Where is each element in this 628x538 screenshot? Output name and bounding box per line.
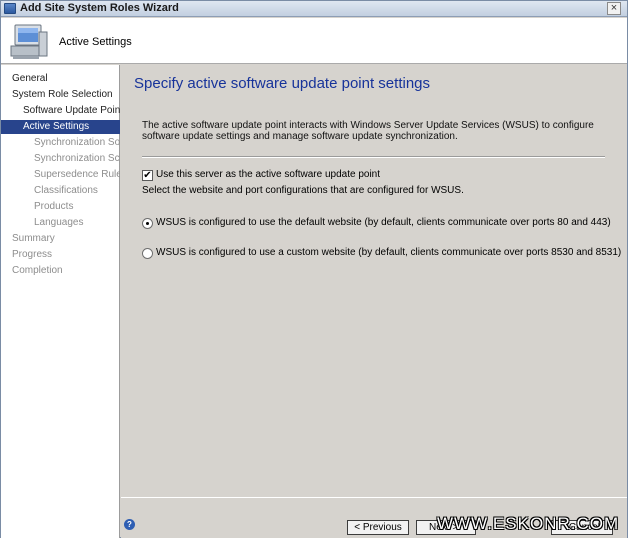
sidebar-item-synchronization-schedule[interactable]: Synchronization Schedule (1, 152, 120, 166)
wizard-window: Add Site System Roles Wizard × Active Se… (0, 0, 628, 538)
default-website-radio[interactable] (142, 218, 153, 229)
wizard-app-icon (4, 3, 16, 14)
sidebar-item-synchronization-source[interactable]: Synchronization Source (1, 136, 120, 150)
help-icon[interactable]: ? (124, 519, 135, 530)
title-bar[interactable]: Add Site System Roles Wizard × (1, 1, 627, 17)
sidebar-item-languages[interactable]: Languages (1, 216, 120, 230)
wizard-steps-sidebar: General System Role Selection Software U… (1, 65, 120, 538)
computer-icon (10, 24, 48, 59)
wizard-header: Active Settings (1, 18, 627, 64)
sidebar-item-active-settings[interactable]: Active Settings (1, 120, 120, 134)
active-sup-checkbox-label[interactable]: Use this server as the active software u… (156, 169, 380, 180)
divider (142, 156, 605, 158)
website-port-info: Select the website and port configuratio… (142, 185, 464, 196)
custom-website-radio-label[interactable]: WSUS is configured to use a custom websi… (156, 247, 621, 258)
page-description: The active software update point interac… (142, 120, 594, 142)
step-title: Active Settings (59, 36, 132, 48)
window-title: Add Site System Roles Wizard (20, 2, 179, 14)
sidebar-item-system-role-selection[interactable]: System Role Selection (1, 88, 120, 102)
sidebar-item-supersedence-rules[interactable]: Supersedence Rules (1, 168, 120, 182)
custom-website-radio[interactable] (142, 248, 153, 259)
sidebar-item-software-update-point[interactable]: Software Update Point (1, 104, 120, 118)
main-content: Specify active software update point set… (121, 65, 627, 497)
active-sup-checkbox[interactable]: ✔ (142, 170, 153, 181)
page-title: Specify active software update point set… (134, 75, 431, 92)
default-website-radio-label[interactable]: WSUS is configured to use the default we… (156, 217, 611, 228)
sidebar-item-completion[interactable]: Completion (1, 264, 120, 278)
radio-selected-dot (146, 222, 149, 225)
sidebar-item-classifications[interactable]: Classifications (1, 184, 120, 198)
sidebar-item-general[interactable]: General (1, 72, 120, 86)
previous-button[interactable]: < Previous (347, 520, 409, 535)
close-button[interactable]: × (607, 2, 621, 15)
sidebar-item-products[interactable]: Products (1, 200, 120, 214)
watermark: WWW.ESKONR.COM (437, 514, 620, 533)
sidebar-item-progress[interactable]: Progress (1, 248, 120, 262)
sidebar-item-summary[interactable]: Summary (1, 232, 120, 246)
